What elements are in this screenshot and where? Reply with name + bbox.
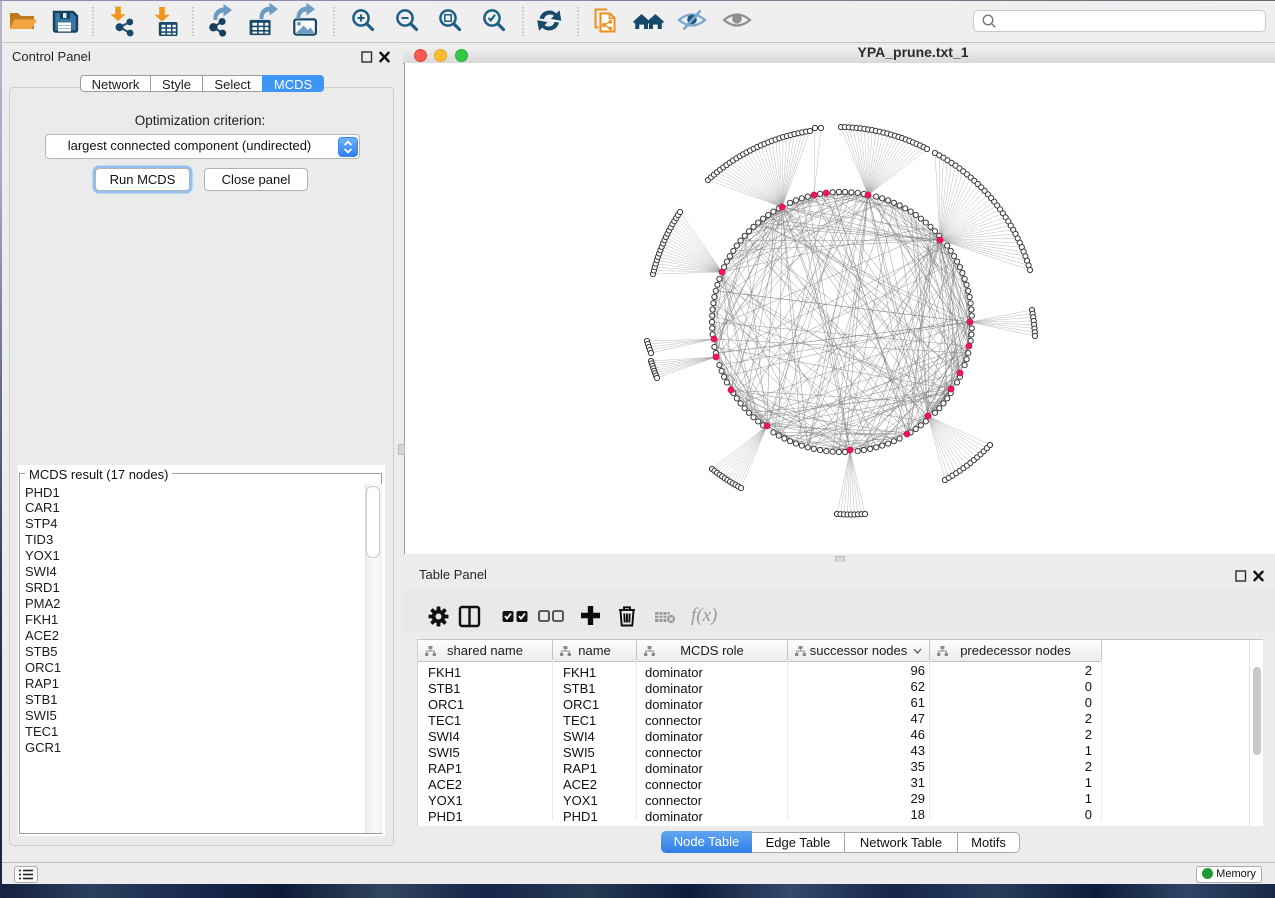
svg-text:f(x): f(x): [691, 605, 717, 626]
